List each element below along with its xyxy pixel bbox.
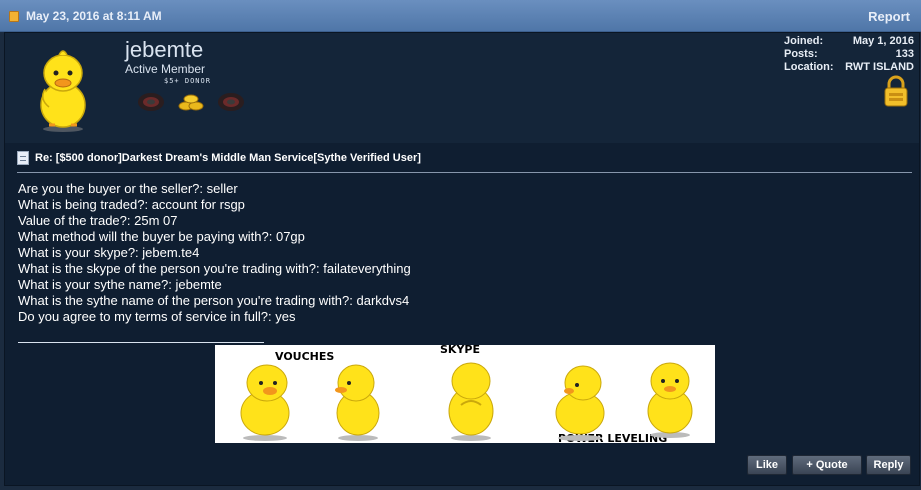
- user-stats: Joined: May 1, 2016 Posts: 133 Location:…: [784, 35, 914, 74]
- stat-value: May 1, 2016: [852, 35, 914, 47]
- user-title: Active Member: [125, 62, 206, 76]
- post-line: What is being traded?: account for rsgp: [18, 197, 245, 212]
- post-title-row: Re: [$500 donor]Darkest Dream's Middle M…: [17, 150, 421, 166]
- post-title[interactable]: Re: [$500 donor]Darkest Dream's Middle M…: [35, 152, 421, 164]
- stat-value: 133: [895, 48, 914, 60]
- username[interactable]: jebemte: [125, 37, 203, 63]
- report-link[interactable]: Report: [868, 9, 910, 24]
- duck-icon: [448, 362, 494, 441]
- dark-badge-icon: [218, 93, 244, 111]
- user-info-bar: jebemte Active Member $5+ DONOR Joined: …: [5, 33, 919, 143]
- quote-button[interactable]: + Quote: [792, 455, 862, 475]
- post-panel: jebemte Active Member $5+ DONOR Joined: …: [4, 32, 920, 486]
- post-date: May 23, 2016 at 8:11 AM: [26, 9, 162, 23]
- dark-badge-icon: [138, 93, 164, 111]
- stat-posts: Posts: 133: [784, 48, 914, 61]
- post-line: What is your sythe name?: jebemte: [18, 277, 222, 292]
- duck-icon: [335, 364, 380, 441]
- post-document-icon: [17, 151, 29, 165]
- stat-location: Location: RWT ISLAND: [784, 61, 914, 74]
- post-body: Are you the buyer or the seller?: seller…: [18, 181, 411, 325]
- duck-avatar[interactable]: [31, 45, 95, 133]
- signature-banner: VOUCHES SKYPE POWER LEVELING: [215, 345, 715, 443]
- document-icon: [9, 11, 19, 22]
- post-line: What method will the buyer be paying wit…: [18, 229, 305, 244]
- reply-button[interactable]: Reply: [866, 455, 911, 475]
- post-line: Do you agree to my terms of service in f…: [18, 309, 296, 324]
- post-line: Value of the trade?: 25m 07: [18, 213, 178, 228]
- gold-coins-badge-icon: [178, 94, 204, 111]
- stat-label: Posts:: [784, 48, 818, 60]
- like-button[interactable]: Like: [747, 455, 787, 475]
- signature-divider: [18, 342, 264, 343]
- lock-icon: [884, 75, 908, 107]
- duck-icon: [647, 362, 693, 438]
- duck-icon: [240, 364, 290, 441]
- user-badges: [138, 93, 244, 111]
- post-line: What is your skype?: jebem.te4: [18, 245, 200, 260]
- stat-label: Joined:: [784, 35, 824, 47]
- post-header-bar: May 23, 2016 at 8:11 AM Report: [0, 0, 921, 32]
- title-divider: [17, 172, 912, 173]
- stat-value: RWT ISLAND: [845, 61, 914, 73]
- post-line: Are you the buyer or the seller?: seller: [18, 181, 238, 196]
- donor-label: $5+ DONOR: [164, 77, 211, 85]
- stat-label: Location:: [784, 61, 834, 73]
- duck-icon: [555, 365, 605, 441]
- post-line: What is the skype of the person you're t…: [18, 261, 411, 276]
- post-line: What is the sythe name of the person you…: [18, 293, 410, 308]
- stat-joined: Joined: May 1, 2016: [784, 35, 914, 48]
